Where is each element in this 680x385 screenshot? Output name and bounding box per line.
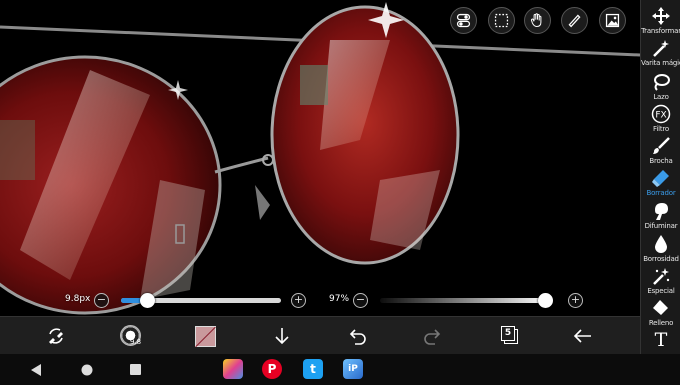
ibis-x-icon[interactable]: iP xyxy=(343,359,363,379)
undo-icon xyxy=(349,329,366,345)
tool-borrador[interactable]: Borrador xyxy=(641,168,680,197)
opacity-slider[interactable] xyxy=(380,298,550,303)
blur-drop-icon xyxy=(655,235,667,253)
tool-text[interactable]: T xyxy=(641,330,680,350)
selection-button[interactable] xyxy=(488,7,515,34)
layers-toggle-button[interactable] xyxy=(450,7,477,34)
tool-difuminar[interactable]: Difuminar xyxy=(641,201,680,230)
color-swatch-button[interactable] xyxy=(195,326,216,347)
text-icon: T xyxy=(654,329,668,351)
drawing-canvas[interactable]: 9.8px − + 97% − + xyxy=(0,0,640,316)
brush-size-badge: 9.8 xyxy=(130,338,142,346)
selection-icon xyxy=(494,13,509,28)
tool-borrosidad[interactable]: Borrosidad xyxy=(641,234,680,263)
lasso-icon xyxy=(654,74,670,91)
opacity-thumb[interactable] xyxy=(537,293,553,308)
special-wand-icon xyxy=(653,268,670,285)
brush-size-thumb[interactable] xyxy=(139,293,155,308)
opacity-plus-button[interactable]: + xyxy=(568,293,583,308)
brush-size-value: 9.8px xyxy=(65,294,91,304)
opacity-value: 97% xyxy=(329,294,350,304)
brush-icon xyxy=(653,137,670,154)
back-triangle-icon[interactable] xyxy=(31,364,42,376)
eraser-icon xyxy=(652,170,669,187)
tool-transformar[interactable]: Transformar xyxy=(641,6,680,35)
undo-button[interactable] xyxy=(345,324,369,348)
hand-button[interactable] xyxy=(524,7,551,34)
redo-button[interactable] xyxy=(421,324,445,348)
move-icon xyxy=(652,7,670,25)
right-toolbar: Transformar Varita mágica Lazo FX Filtro… xyxy=(640,0,680,354)
tool-filtro[interactable]: FX Filtro xyxy=(641,104,680,133)
ruler-icon xyxy=(568,14,581,28)
fx-icon: FX xyxy=(651,104,671,124)
tool-especial[interactable]: Especial xyxy=(641,266,680,295)
layers-count: 5 xyxy=(501,326,515,341)
tool-relleno[interactable]: Relleno xyxy=(641,298,680,327)
brush-size-plus-button[interactable]: + xyxy=(291,293,306,308)
artwork-glasses xyxy=(0,2,640,315)
ruler-button[interactable] xyxy=(561,7,588,34)
import-button[interactable] xyxy=(270,324,294,348)
fill-bucket-icon xyxy=(653,300,668,315)
tool-varita-magica[interactable]: Varita mágica xyxy=(641,38,680,67)
back-button[interactable] xyxy=(571,324,595,348)
recents-square-icon[interactable] xyxy=(130,364,141,375)
twitter-icon[interactable]: t xyxy=(303,359,323,379)
svg-text:FX: FX xyxy=(655,111,666,121)
pinterest-icon[interactable]: P xyxy=(262,359,282,379)
redo-icon xyxy=(424,329,441,345)
opacity-minus-button[interactable]: − xyxy=(353,293,368,308)
tool-lazo[interactable]: Lazo xyxy=(641,72,680,101)
smudge-icon xyxy=(655,203,668,220)
ibis-paint-icon[interactable] xyxy=(223,359,243,379)
magic-wand-icon xyxy=(653,40,669,57)
hand-icon xyxy=(530,13,542,27)
swap-tool-icon xyxy=(49,328,63,344)
bottom-toolbar: 9.8 xyxy=(0,316,640,354)
tool-select-button[interactable] xyxy=(44,324,68,348)
layers-toggle-icon xyxy=(456,13,471,28)
arrow-down-icon xyxy=(275,328,289,345)
android-nav-bar: P t iP xyxy=(0,354,680,385)
image-button[interactable] xyxy=(599,7,626,34)
home-circle-icon[interactable] xyxy=(81,364,93,376)
tool-brocha[interactable]: Brocha xyxy=(641,136,680,165)
brush-size-minus-button[interactable]: − xyxy=(94,293,109,308)
arrow-left-icon xyxy=(573,329,591,343)
image-icon xyxy=(605,13,620,28)
